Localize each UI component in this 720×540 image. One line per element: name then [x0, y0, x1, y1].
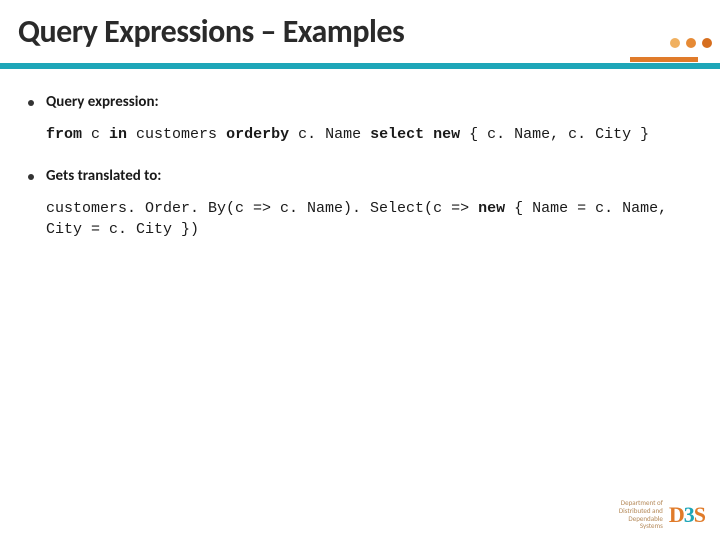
bullet-item: Gets translated to: [28, 167, 692, 185]
dot-icon [686, 38, 696, 48]
code-text: customers [127, 126, 226, 143]
d3s-logo: D 3 S [669, 502, 706, 528]
corner-dots [670, 38, 712, 48]
keyword-orderby: orderby [226, 126, 289, 143]
accent-bar-orange [630, 57, 698, 62]
footer-line: Systems [619, 522, 663, 530]
bullet-icon [28, 100, 34, 106]
slide-title: Query Expressions – Examples [0, 0, 720, 57]
code-block-query: from c in customers orderby c. Name sele… [46, 125, 692, 145]
footer: Department of Distributed and Dependable… [619, 499, 706, 530]
code-text: customers. Order. By(c => c. Name). Sele… [46, 200, 478, 217]
bullet-text: Gets translated to: [46, 167, 161, 185]
title-rule [0, 57, 720, 71]
bullet-text: Query expression: [46, 93, 159, 111]
dot-icon [670, 38, 680, 48]
bullet-item: Query expression: [28, 93, 692, 111]
footer-department: Department of Distributed and Dependable… [619, 499, 663, 530]
slide: Query Expressions – Examples Query expre… [0, 0, 720, 540]
logo-letter-d: D [669, 502, 685, 528]
code-text: c [82, 126, 109, 143]
keyword-from: from [46, 126, 82, 143]
code-text: c. Name [289, 126, 370, 143]
keyword-in: in [109, 126, 127, 143]
bullet-icon [28, 174, 34, 180]
keyword-new: new [478, 200, 505, 217]
keyword-new: new [433, 126, 460, 143]
logo-letter-s: S [694, 502, 706, 528]
content-area: Query expression: from c in customers or… [0, 89, 720, 240]
dot-icon [702, 38, 712, 48]
keyword-select: select [370, 126, 424, 143]
code-text [424, 126, 433, 143]
code-block-translated: customers. Order. By(c => c. Name). Sele… [46, 199, 692, 240]
code-text: { c. Name, c. City } [460, 126, 649, 143]
accent-bar-teal [0, 63, 720, 69]
